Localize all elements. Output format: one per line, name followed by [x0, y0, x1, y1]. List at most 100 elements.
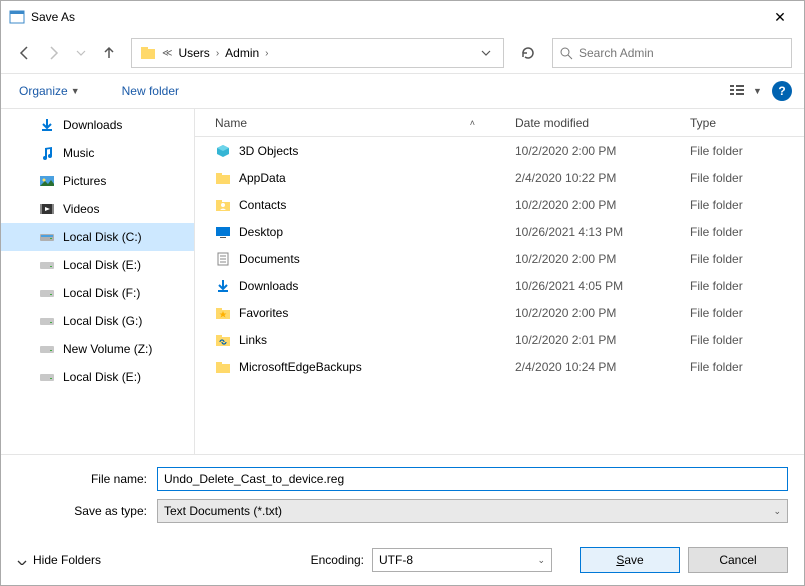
- file-name: Desktop: [239, 225, 283, 239]
- chevron-right-icon: ›: [214, 48, 221, 59]
- sidebar-item[interactable]: Videos: [1, 195, 194, 223]
- column-date[interactable]: Date modified: [515, 116, 690, 130]
- help-button[interactable]: ?: [772, 81, 792, 101]
- contacts-icon: [215, 197, 231, 213]
- sidebar-item[interactable]: Local Disk (F:): [1, 279, 194, 307]
- close-button[interactable]: ✕: [764, 9, 796, 26]
- file-name: Downloads: [239, 279, 298, 293]
- file-date: 10/2/2020 2:00 PM: [515, 306, 690, 320]
- file-type: File folder: [690, 198, 804, 212]
- file-row[interactable]: 3D Objects10/2/2020 2:00 PMFile folder: [195, 137, 804, 164]
- file-date: 10/2/2020 2:00 PM: [515, 252, 690, 266]
- file-list[interactable]: 3D Objects10/2/2020 2:00 PMFile folder Ap…: [195, 137, 804, 454]
- file-type: File folder: [690, 306, 804, 320]
- sidebar-item[interactable]: Local Disk (C:): [1, 223, 194, 251]
- breadcrumb-users[interactable]: Users: [174, 46, 213, 60]
- file-type: File folder: [690, 144, 804, 158]
- new-folder-button[interactable]: New folder: [116, 80, 185, 102]
- save-button[interactable]: Save: [580, 547, 680, 573]
- encoding-label: Encoding:: [311, 553, 364, 567]
- sidebar-item[interactable]: Local Disk (E:): [1, 251, 194, 279]
- chevron-down-icon: ⌄: [537, 555, 545, 566]
- file-area: Name ˄ Date modified Type 3D Objects10/2…: [195, 109, 804, 454]
- videos-icon: [39, 201, 55, 217]
- main-area: Downloads Music Pictures Videos Local Disk (…: [1, 109, 804, 454]
- file-type: File folder: [690, 360, 804, 374]
- sidebar-item-label: Local Disk (C:): [63, 230, 142, 244]
- sort-asc-icon: ˄: [470, 118, 475, 128]
- cancel-button[interactable]: Cancel: [688, 547, 788, 573]
- file-row[interactable]: Favorites 10/2/2020 2:00 PMFile folder: [195, 299, 804, 326]
- chevron-down-icon: [17, 555, 27, 565]
- file-row[interactable]: Contacts 10/2/2020 2:00 PMFile folder: [195, 191, 804, 218]
- disk-icon: [39, 341, 55, 357]
- sidebar-item[interactable]: Pictures: [1, 167, 194, 195]
- sidebar-item[interactable]: Local Disk (G:): [1, 307, 194, 335]
- music-icon: [39, 145, 55, 161]
- sidebar-item[interactable]: New Volume (Z:): [1, 335, 194, 363]
- search-icon: [559, 46, 573, 60]
- file-name: Links: [239, 333, 267, 347]
- breadcrumb-dropdown[interactable]: [481, 48, 499, 58]
- bottom-panel: File name: Save as type: Text Documents …: [1, 454, 804, 585]
- sidebar-item-label: Downloads: [63, 118, 122, 132]
- file-row[interactable]: Documents10/2/2020 2:00 PMFile folder: [195, 245, 804, 272]
- file-type: File folder: [690, 225, 804, 239]
- refresh-button[interactable]: [514, 38, 542, 68]
- documents-icon: [215, 251, 231, 267]
- file-row[interactable]: Links10/2/2020 2:01 PMFile folder: [195, 326, 804, 353]
- file-date: 10/2/2020 2:00 PM: [515, 198, 690, 212]
- file-name: MicrosoftEdgeBackups: [239, 360, 362, 374]
- back-button[interactable]: [13, 41, 37, 65]
- app-icon: [9, 9, 25, 25]
- search-placeholder: Search Admin: [579, 46, 654, 60]
- chevron-down-icon: ⌄: [773, 506, 781, 517]
- favorites-icon: [215, 305, 231, 321]
- forward-button[interactable]: [41, 41, 65, 65]
- filename-input[interactable]: [157, 467, 788, 491]
- savetype-label: Save as type:: [17, 504, 157, 518]
- file-row[interactable]: MicrosoftEdgeBackups 2/4/2020 10:24 PMFil…: [195, 353, 804, 380]
- pictures-icon: [39, 173, 55, 189]
- breadcrumb-root-icon[interactable]: [136, 45, 160, 61]
- hide-folders-button[interactable]: Hide Folders: [17, 553, 101, 567]
- recent-dropdown[interactable]: [69, 41, 93, 65]
- file-row[interactable]: Desktop 10/26/2021 4:13 PMFile folder: [195, 218, 804, 245]
- file-name: Contacts: [239, 198, 286, 212]
- titlebar: Save As ✕: [1, 1, 804, 33]
- disk-icon: [39, 257, 55, 273]
- search-input[interactable]: Search Admin: [552, 38, 792, 68]
- view-options-button[interactable]: ▼: [730, 79, 762, 103]
- sidebar-item-label: Local Disk (E:): [63, 370, 141, 384]
- breadcrumb-admin[interactable]: Admin: [221, 46, 263, 60]
- file-name: Favorites: [239, 306, 288, 320]
- savetype-select[interactable]: Text Documents (*.txt) ⌄: [157, 499, 788, 523]
- column-name[interactable]: Name ˄: [195, 116, 515, 130]
- file-type: File folder: [690, 279, 804, 293]
- organize-button[interactable]: Organize ▼: [13, 80, 86, 102]
- folder-icon: [215, 170, 231, 186]
- file-row[interactable]: Downloads10/26/2021 4:05 PMFile folder: [195, 272, 804, 299]
- sidebar[interactable]: Downloads Music Pictures Videos Local Disk (…: [1, 109, 195, 454]
- sidebar-item[interactable]: Music: [1, 139, 194, 167]
- breadcrumb[interactable]: ≪ Users › Admin ›: [131, 38, 504, 68]
- file-date: 2/4/2020 10:22 PM: [515, 171, 690, 185]
- filename-label: File name:: [17, 472, 157, 486]
- column-headers[interactable]: Name ˄ Date modified Type: [195, 109, 804, 137]
- up-button[interactable]: [97, 41, 121, 65]
- file-date: 2/4/2020 10:24 PM: [515, 360, 690, 374]
- download-icon: [39, 117, 55, 133]
- sidebar-item[interactable]: Local Disk (E:): [1, 363, 194, 391]
- column-type[interactable]: Type: [690, 116, 804, 130]
- file-name: AppData: [239, 171, 286, 185]
- 3d-icon: [215, 143, 231, 159]
- file-row[interactable]: AppData2/4/2020 10:22 PMFile folder: [195, 164, 804, 191]
- toolbar: Organize ▼ New folder ▼ ?: [1, 73, 804, 109]
- chevron-down-icon: ▼: [71, 86, 80, 96]
- sidebar-item[interactable]: Downloads: [1, 111, 194, 139]
- file-date: 10/26/2021 4:13 PM: [515, 225, 690, 239]
- sidebar-item-label: Pictures: [63, 174, 106, 188]
- chevron-right-icon: ›: [263, 48, 270, 59]
- sidebar-item-label: Local Disk (F:): [63, 286, 140, 300]
- encoding-select[interactable]: UTF-8 ⌄: [372, 548, 552, 572]
